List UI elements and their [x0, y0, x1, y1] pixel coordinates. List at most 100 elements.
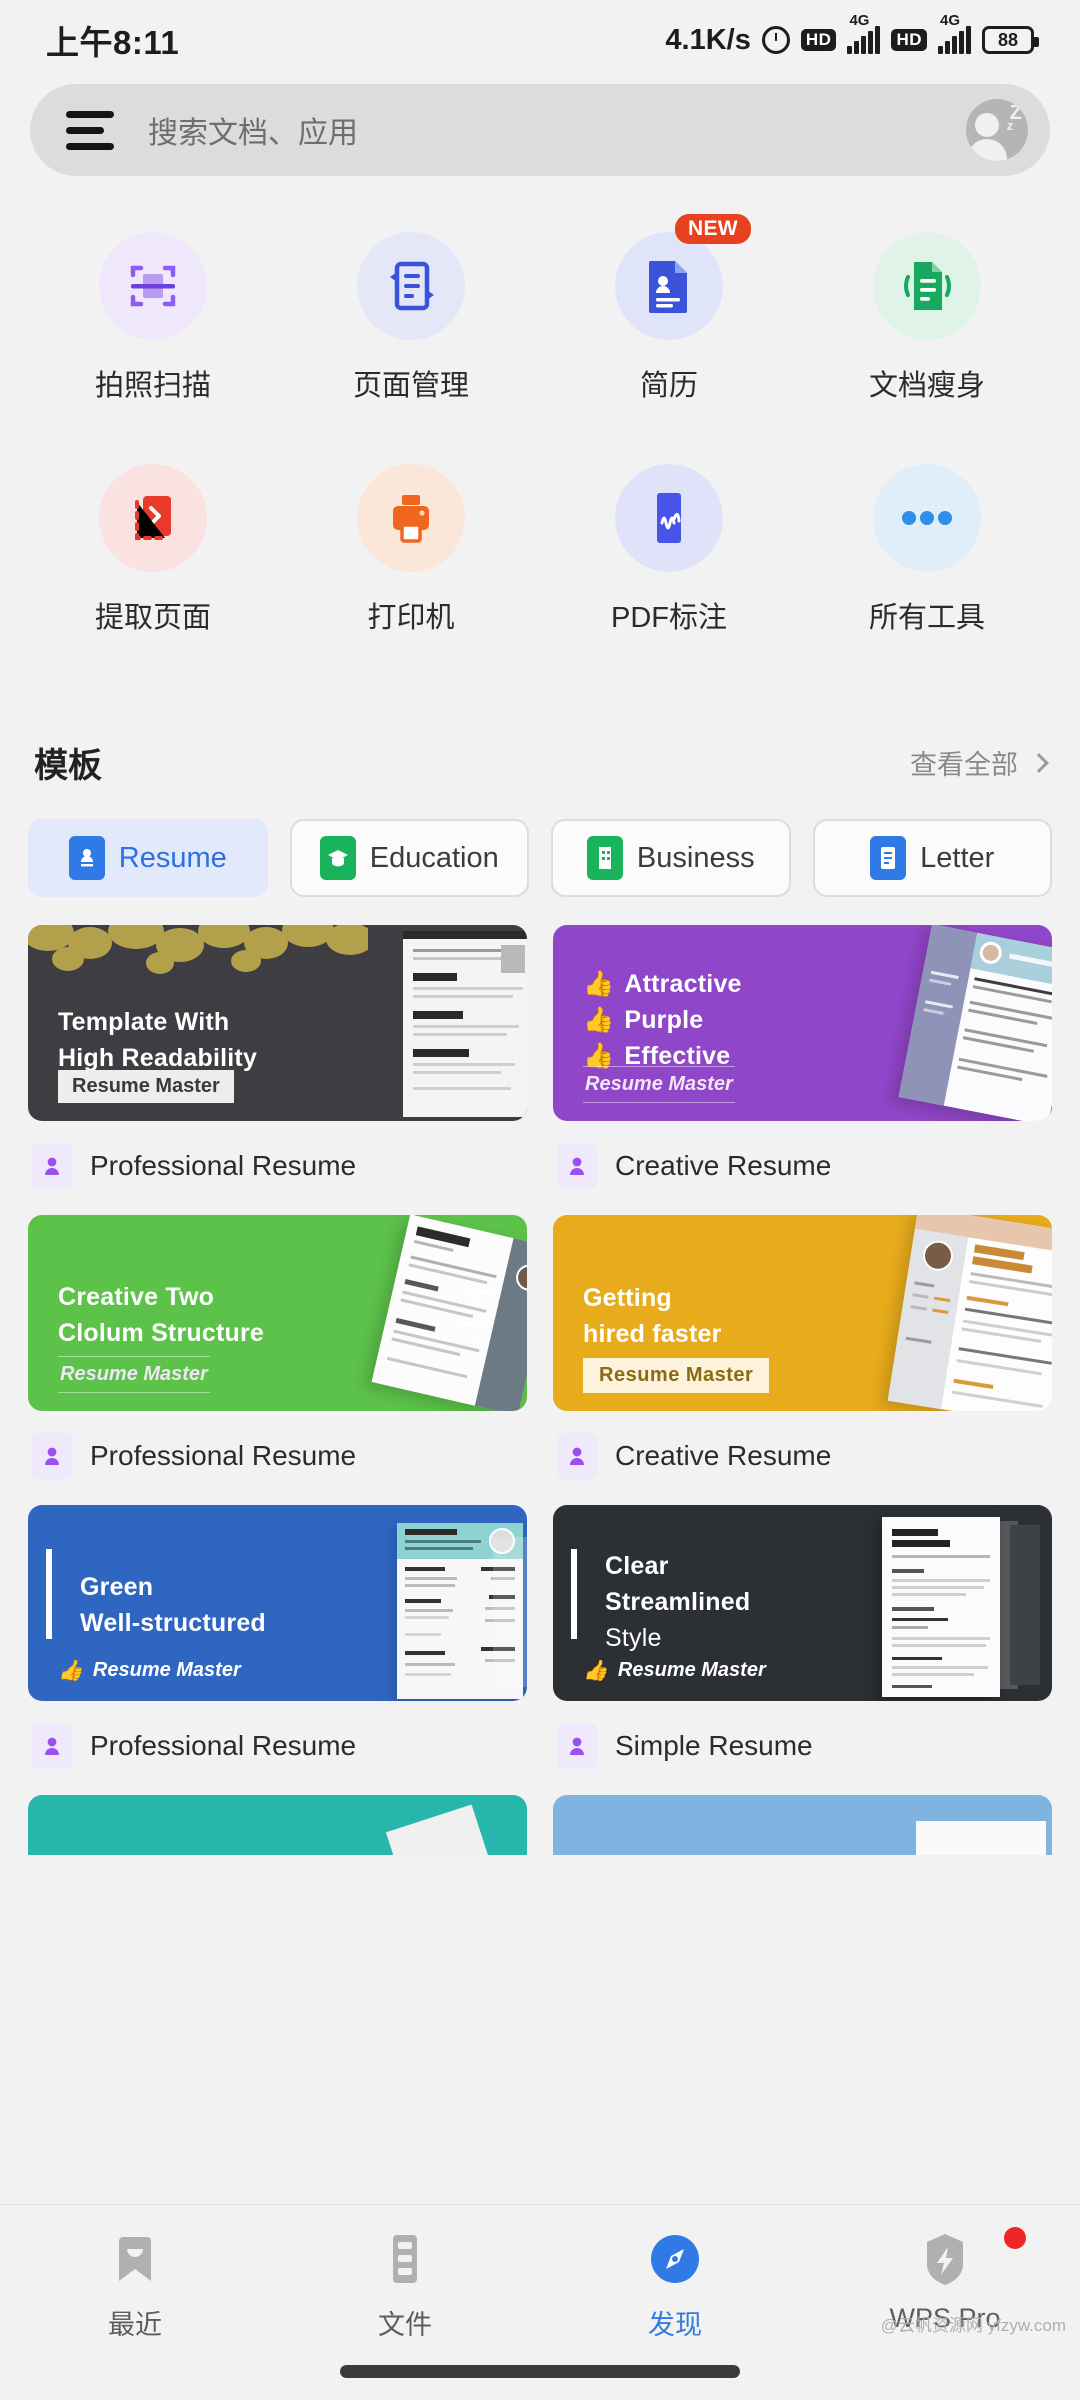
hd-icon-1: HD: [800, 29, 837, 51]
signal-icon-1: 4G: [847, 12, 881, 54]
signal-icon-2: 4G: [938, 12, 971, 54]
resume-card-icon: [68, 836, 105, 880]
tab-letter[interactable]: Letter: [812, 819, 1052, 897]
pro-lightning-icon: [927, 2234, 963, 2285]
files-icon: [393, 2235, 417, 2283]
template-caption: Creative Resume: [553, 1411, 1052, 1479]
thumb-line: Green: [80, 1572, 154, 1601]
search-input[interactable]: 搜索文档、应用: [148, 108, 932, 152]
network-gen-1: 4G: [849, 12, 870, 29]
tool-page-manage[interactable]: 页面管理: [282, 232, 540, 404]
template-thumbnail[interactable]: 👍 Attractive 👍 Purple 👍 Effective Resume Ma…: [553, 925, 1052, 1121]
category-chips: Resume Education Business Letter: [0, 787, 1080, 897]
nav-label: 发现: [648, 2310, 702, 2340]
tab-business[interactable]: Business: [551, 819, 791, 897]
tool-label: 文档瘦身: [868, 370, 985, 402]
battery-level: 88: [997, 29, 1019, 50]
template-caption: Professional Resume: [28, 1411, 527, 1479]
sleep-z-icon: Zz: [1006, 102, 1022, 133]
view-all-button[interactable]: 查看全部: [910, 743, 1049, 782]
thumb-line: Getting: [583, 1283, 672, 1312]
template-badge: Resume Master: [92, 1659, 241, 1681]
nav-label: 文件: [378, 2310, 432, 2340]
template-card[interactable]: Getting hired faster Resume Master Creat…: [553, 1215, 1052, 1479]
tool-label: 提取页面: [94, 602, 211, 634]
template-card-partial[interactable]: [553, 1795, 1052, 1855]
thumb-line: Well-structured: [80, 1609, 266, 1637]
thumbs-up-icon: 👍: [583, 969, 615, 998]
template-caption: Professional Resume: [28, 1701, 527, 1769]
tool-scan[interactable]: 拍照扫描: [24, 232, 282, 404]
chevron-right-icon: [1029, 752, 1049, 773]
tab-education[interactable]: Education: [289, 819, 529, 897]
template-card[interactable]: Creative Two Clolum Structure Resume Mas…: [28, 1215, 527, 1479]
template-card[interactable]: Green Well-structured 👍 Resume Master Pr…: [28, 1505, 527, 1769]
templates-section-header: 模板 查看全部: [0, 642, 1080, 787]
tool-label: 拍照扫描: [94, 370, 211, 402]
person-icon: [557, 1723, 597, 1769]
nav-recent[interactable]: 最近: [0, 2231, 270, 2342]
hamburger-menu-icon[interactable]: [66, 110, 114, 150]
letter-icon: [870, 836, 907, 880]
avatar-head: [975, 113, 999, 137]
more-dots-icon: [873, 464, 981, 572]
alarm-icon: [761, 26, 790, 54]
tool-doc-slim[interactable]: 文档瘦身: [798, 232, 1056, 404]
template-badge: Resume Master: [583, 1066, 735, 1103]
watermark: @云帆资源网 yfzyw.com: [880, 2316, 1066, 2335]
template-badge-wrap: 👍 Resume Master: [583, 1658, 766, 1683]
tool-label: 简历: [639, 370, 698, 402]
caption-label: Professional Resume: [90, 1150, 357, 1181]
template-badge: Resume Master: [617, 1659, 766, 1681]
battery-icon: 88: [982, 26, 1039, 54]
tool-all-tools[interactable]: 所有工具: [798, 464, 1056, 636]
search-bar-container: 搜索文档、应用 Zz: [0, 80, 1080, 176]
template-thumbnail[interactable]: Template With High Readability Resume Ma…: [28, 925, 527, 1121]
avatar[interactable]: Zz: [966, 99, 1028, 161]
template-thumbnail[interactable]: [553, 1795, 1052, 1855]
tab-resume[interactable]: Resume: [28, 819, 268, 897]
tool-pdf-annotate[interactable]: PDF标注: [540, 464, 798, 636]
template-thumbnail[interactable]: Getting hired faster Resume Master: [553, 1215, 1052, 1411]
template-card[interactable]: Template With High Readability Resume Ma…: [28, 925, 527, 1189]
compass-icon: [651, 2235, 699, 2283]
nav-label: 最近: [108, 2310, 162, 2340]
caption-label: Professional Resume: [90, 1440, 357, 1471]
thumb-line: Attractive: [624, 969, 742, 998]
status-bar: 上午8:11 4.1K/s HD 4G HD 4G 88: [0, 0, 1080, 80]
doc-slim-icon: [873, 232, 981, 340]
thumb-line: Streamlined: [605, 1587, 751, 1616]
caption-label: Creative Resume: [615, 1440, 832, 1471]
extract-page-icon: [99, 464, 207, 572]
bottom-navigation: 最近 文件 发现 WPS Pro @云帆资源网 yfzyw.com: [0, 2204, 1080, 2400]
network-gen-2: 4G: [940, 12, 961, 29]
home-indicator[interactable]: [340, 2365, 740, 2378]
thumb-line: Style: [605, 1624, 662, 1653]
person-icon: [32, 1723, 72, 1769]
template-card[interactable]: 👍 Attractive 👍 Purple 👍 Effective Resume Ma…: [553, 925, 1052, 1189]
tool-row-2: 提取页面 打印机 PDF标注 所有工具: [24, 464, 1056, 636]
tool-printer[interactable]: 打印机: [282, 464, 540, 636]
template-thumbnail[interactable]: Creative Two Clolum Structure Resume Mas…: [28, 1215, 527, 1411]
template-thumbnail[interactable]: Clear Streamlined Style 👍 Resume Master: [553, 1505, 1052, 1701]
search-bar[interactable]: 搜索文档、应用 Zz: [30, 84, 1050, 176]
template-card-partial[interactable]: [28, 1795, 527, 1855]
accent-bar: [46, 1549, 52, 1639]
resume-icon: [615, 232, 723, 340]
nav-files[interactable]: 文件: [270, 2231, 540, 2342]
person-icon: [32, 1433, 72, 1479]
caption-label: Creative Resume: [615, 1150, 832, 1181]
thumb-line: Template With: [58, 1007, 230, 1036]
person-icon: [557, 1143, 597, 1189]
tool-extract-page[interactable]: 提取页面: [24, 464, 282, 636]
tool-resume[interactable]: NEW 简历: [540, 214, 798, 404]
leaves-decoration: [28, 925, 368, 974]
nav-discover[interactable]: 发现: [540, 2231, 810, 2342]
template-badge: Resume Master: [583, 1358, 770, 1393]
thumb-line: Purple: [624, 1005, 704, 1034]
template-caption: Professional Resume: [28, 1121, 527, 1189]
template-card[interactable]: Clear Streamlined Style 👍 Resume Master …: [553, 1505, 1052, 1769]
template-thumbnail[interactable]: [28, 1795, 527, 1855]
template-thumbnail[interactable]: Green Well-structured 👍 Resume Master: [28, 1505, 527, 1701]
caption-label: Simple Resume: [615, 1730, 813, 1761]
